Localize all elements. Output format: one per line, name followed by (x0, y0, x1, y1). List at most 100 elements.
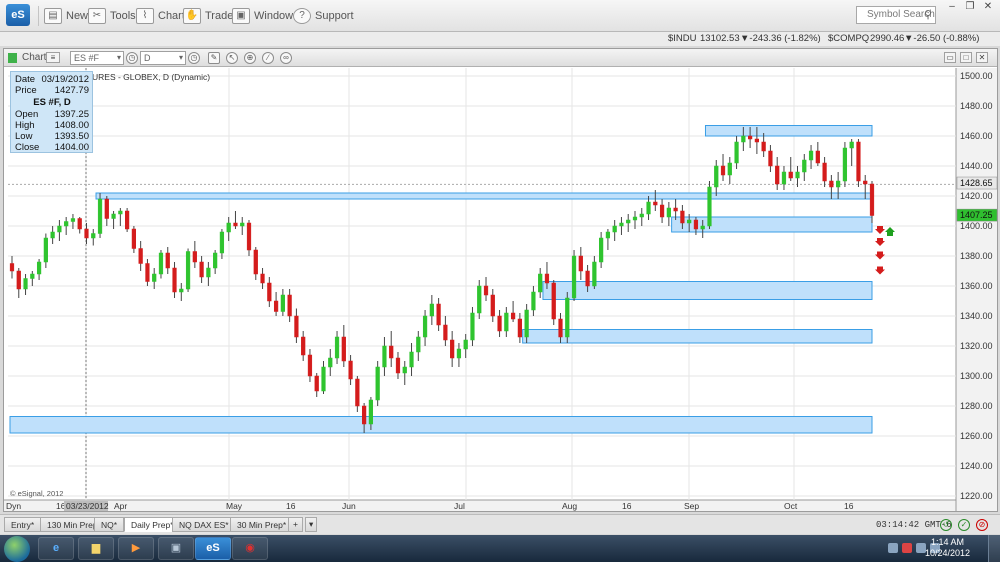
candle-body (673, 207, 678, 212)
chart-menu-icon[interactable]: ≡ (46, 52, 60, 63)
price-chart[interactable]: 1220.00 1240.00 1260.00 1280.00 1300.00 1320.… (4, 68, 997, 511)
candle-body (165, 252, 170, 269)
date-tick-label: 03/23/2012 (66, 501, 109, 511)
interval-field[interactable]: D ▾ (140, 51, 186, 65)
buy-arrow (885, 227, 895, 236)
price-tick-label: 1380.00 (960, 251, 993, 261)
tab-nq-dax-es[interactable]: NQ DAX ES* (172, 517, 236, 532)
media-player-icon[interactable]: ▶ (118, 537, 154, 560)
price-tick-label: 1280.00 (960, 401, 993, 411)
computer-icon[interactable]: ▣ (158, 537, 194, 560)
window-maximize-icon[interactable]: □ (960, 52, 972, 63)
window-close-icon[interactable]: ✕ (976, 52, 988, 63)
candle-body (50, 231, 55, 239)
candle-body (145, 263, 150, 282)
candle-body (321, 366, 326, 392)
candle-body (253, 249, 258, 275)
tray-clock[interactable]: 1:14 AM 10/24/2012 (925, 537, 970, 559)
candle-body (856, 141, 861, 182)
cursor-icon[interactable]: ↖ (226, 52, 238, 64)
candle-body (504, 312, 509, 332)
chart-button[interactable]: ⌇ Chart (136, 6, 185, 26)
file-explorer-icon[interactable]: ▆ (78, 537, 114, 560)
candle-body (775, 165, 780, 185)
candle-body (64, 221, 69, 227)
link-icon[interactable]: ∞ (280, 52, 292, 64)
esignal-logo[interactable]: eS (6, 4, 30, 26)
candle-body (382, 345, 387, 368)
price-tick-label: 1360.00 (960, 281, 993, 291)
tray-flag-icon[interactable] (902, 543, 912, 553)
candle-body (483, 285, 489, 296)
symbol-field[interactable]: ES #F ▾ (70, 51, 124, 65)
price-tick-label: 1320.00 (960, 341, 993, 351)
tab-nq[interactable]: NQ* (94, 517, 125, 532)
candle-body (362, 405, 367, 425)
candle-body (619, 222, 624, 227)
candle-body (781, 171, 787, 185)
candle-body (700, 225, 705, 230)
chart-window: Chart ≡ ES #F ▾ ◷ D ▾ ◷ ✎ ↖ ⊕ ∕ ∞ ▭ □ ✕ (3, 48, 998, 512)
esignal-taskbar-icon[interactable]: eS (195, 537, 231, 560)
tab-entry[interactable]: Entry* (4, 517, 42, 532)
new-button[interactable]: ▤ New (44, 6, 88, 26)
candle-body (348, 360, 353, 380)
candle-body (768, 150, 773, 167)
minimize-icon[interactable]: – (944, 2, 960, 13)
candle-body (747, 135, 753, 140)
tools-button[interactable]: ✂ Tools (88, 6, 136, 26)
window-restore-icon[interactable]: ▭ (944, 52, 956, 63)
symbol-search-input[interactable]: Symbol Search ⚲ (856, 6, 936, 24)
data-window[interactable]: Date 03/19/2012 Price 1427.79 ES #F, D O… (10, 71, 93, 153)
status-ok-icon[interactable]: ✓ (958, 519, 970, 531)
show-desktop-button[interactable] (988, 535, 1000, 562)
trade-button[interactable]: ✋ Trade (183, 6, 233, 26)
candle-body (422, 315, 428, 338)
data-row-symbol: ES #F, D (15, 97, 89, 108)
candle-body (592, 261, 597, 287)
symbol-lookup-icon[interactable]: ◷ (126, 52, 138, 64)
date-tick-label: Apr (114, 501, 127, 511)
windows-button[interactable]: ▣ Windows (232, 6, 299, 26)
ticker-bar: $INDU 13102.53 ▼-243.36 (-1.82%) $COMPQ … (0, 32, 1000, 46)
support-button[interactable]: ? Support (293, 6, 354, 26)
open-label: Open (15, 109, 39, 120)
search-icon[interactable]: ⚲ (924, 8, 932, 21)
candle-body (727, 162, 732, 176)
restore-icon[interactable]: ❐ (962, 2, 978, 13)
candle-body (490, 294, 495, 317)
add-tab-icon[interactable]: + (288, 517, 303, 532)
date-tick-label: 16 (844, 501, 854, 511)
app-taskbar-icon[interactable]: ◉ (232, 537, 268, 560)
ticker-compq-symbol[interactable]: $COMPQ (828, 33, 869, 44)
data-symbol: ES #F, D (33, 97, 71, 108)
internet-explorer-icon[interactable]: e (38, 537, 74, 560)
windows-taskbar: e ▆ ▶ ▣ eS ◉ 1:14 AM 10/24/2012 (0, 535, 1000, 562)
candle-body (605, 231, 611, 239)
candle-body (754, 138, 759, 143)
windows-icon: ▣ (232, 8, 250, 24)
candle-body (477, 285, 482, 314)
candle-body (436, 303, 441, 326)
price-label: Price (15, 85, 37, 96)
tray-arrow-icon[interactable] (888, 543, 898, 553)
close-icon[interactable]: ✕ (980, 2, 996, 13)
high-label: High (15, 120, 35, 131)
connection-icon[interactable]: ↺ (940, 519, 952, 531)
candle-body (687, 219, 692, 224)
start-button[interactable] (4, 536, 30, 562)
candle-body (219, 231, 225, 254)
zoom-icon[interactable]: ⊕ (244, 52, 256, 64)
interval-clock-icon[interactable]: ◷ (188, 52, 200, 64)
ticker-indu-last: 13102.53 (700, 33, 740, 44)
sr-zone (9, 416, 873, 434)
low-label: Low (15, 131, 33, 142)
alert-icon[interactable]: ⊘ (976, 519, 988, 531)
tab-30-min-prep[interactable]: 30 Min Prep* (230, 517, 294, 532)
tab-list-chevron-icon[interactable]: ▾ (305, 517, 318, 532)
main-toolbar: eS ▤ New ✂ Tools ⌇ Chart ✋ Trade ▣ Windo… (0, 0, 1000, 32)
chart-link-icon[interactable] (8, 53, 17, 63)
draw-pencil-icon[interactable]: ✎ (208, 52, 220, 64)
line-tool-icon[interactable]: ∕ (262, 52, 274, 64)
ticker-indu-symbol[interactable]: $INDU (668, 33, 697, 44)
